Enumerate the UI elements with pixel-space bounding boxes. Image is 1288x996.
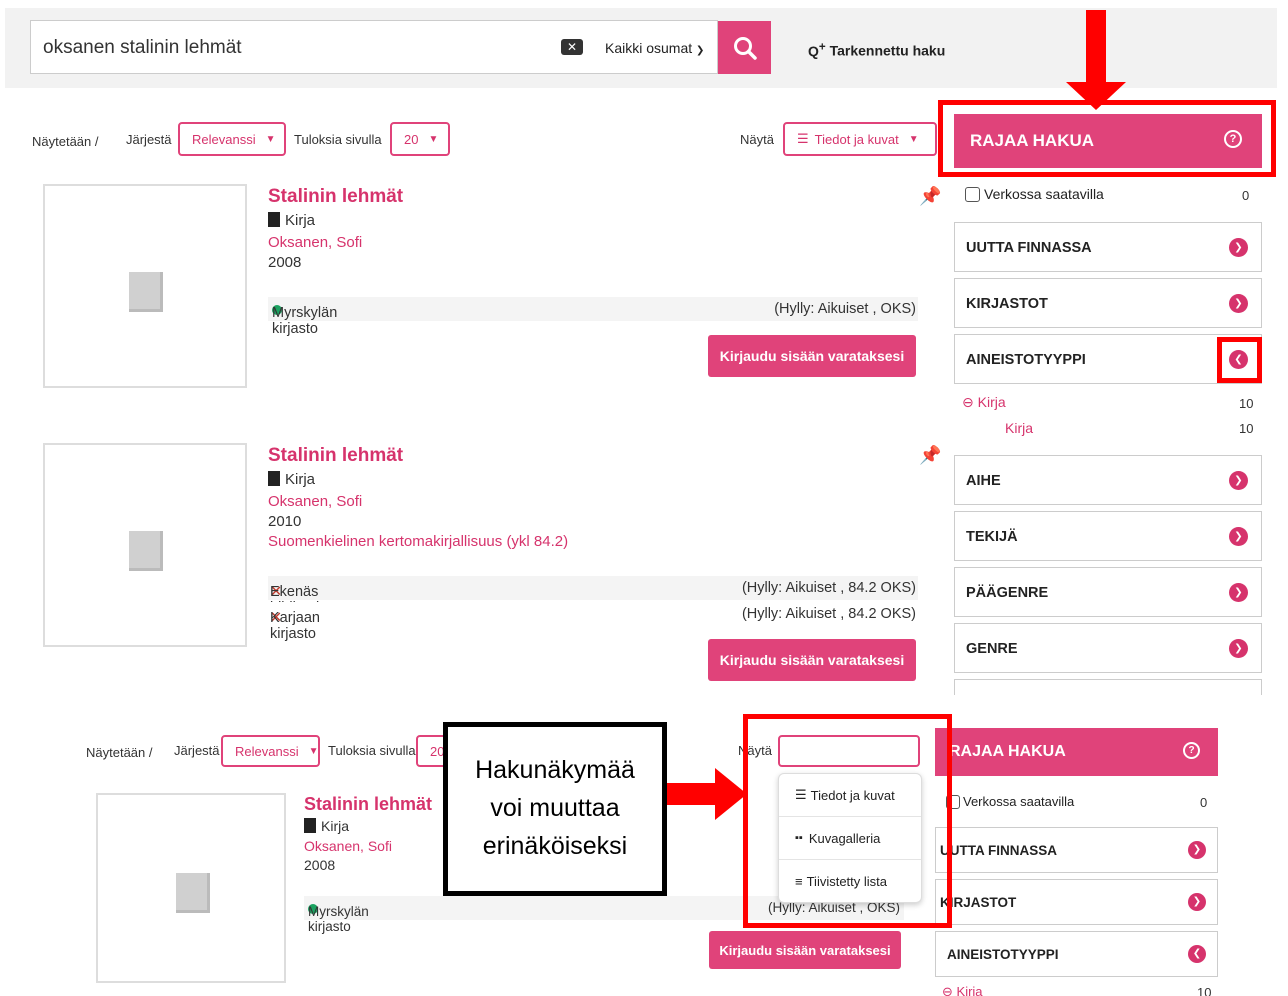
callout-line: Hakunäkymää xyxy=(475,756,635,784)
online-filter[interactable]: Verkossa saatavilla xyxy=(965,186,1104,202)
online-checkbox[interactable] xyxy=(965,187,980,202)
chevron-down-icon: ❯ xyxy=(1229,583,1248,602)
result-thumbnail[interactable] xyxy=(43,184,247,388)
search-input[interactable]: oksanen stalinin lehmät ✕ Kaikki osumat … xyxy=(30,20,718,74)
zoom-showing-label: Näytetään / xyxy=(86,745,153,760)
chevron-down-icon: ❯ xyxy=(1229,471,1248,490)
per-page-select[interactable]: 20 ▼ xyxy=(390,122,450,156)
zoom-facet-count: 10 xyxy=(1197,985,1212,996)
result-author[interactable]: Oksanen, Sofi xyxy=(268,234,362,251)
arrow-shaft xyxy=(1086,10,1106,85)
callout-box: Hakunäkymää voi muuttaa erinäköiseksi xyxy=(443,722,667,896)
sort-label: Järjestä xyxy=(126,132,172,147)
facet-genre[interactable]: GENRE ❯ xyxy=(954,623,1262,673)
arrow-shaft xyxy=(667,783,719,805)
facet-next-partial xyxy=(954,679,1262,695)
dropdown-arrow-icon: ▼ xyxy=(265,133,276,145)
callout-line: voi muuttaa xyxy=(490,794,620,822)
callout-line: erinäköiseksi xyxy=(482,832,628,860)
search-scope-select[interactable]: Kaikki osumat ❯ xyxy=(605,40,704,56)
facet-tekija[interactable]: TEKIJÄ ❯ xyxy=(954,511,1262,561)
zoom-result-title[interactable]: Stalinin lehmät xyxy=(304,794,432,815)
list-icon: ☰ xyxy=(797,131,809,146)
zoom-result-author[interactable]: Oksanen, Sofi xyxy=(304,838,392,854)
zoom-result-year: 2008 xyxy=(304,857,336,873)
facet-aihe[interactable]: AIHE ❯ xyxy=(954,455,1262,505)
facet-paagenre[interactable]: PÄÄGENRE ❯ xyxy=(954,567,1262,617)
holding-row: Myrskylän kirjasto (Hylly: Aikuiset , OK… xyxy=(268,297,918,337)
pin-icon[interactable]: 📌 xyxy=(919,445,941,466)
chevron-down-icon: ❯ xyxy=(1229,639,1248,658)
facet-type-selected[interactable]: ⊖ Kirja xyxy=(962,394,1006,411)
book-icon xyxy=(304,818,316,833)
zoom-online-filter[interactable]: Verkossa saatavilla xyxy=(946,794,1074,809)
facet-count: 10 xyxy=(1239,396,1254,411)
clear-icon[interactable]: ✕ xyxy=(561,39,583,55)
book-icon xyxy=(268,212,280,227)
result-thumbnail[interactable] xyxy=(43,443,247,647)
facet-kirjastot[interactable]: KIRJASTOT ❯ xyxy=(954,278,1262,328)
dropdown-arrow-icon: ▼ xyxy=(908,133,919,145)
book-placeholder-icon xyxy=(129,531,163,571)
result-title[interactable]: Stalinin lehmät xyxy=(268,445,403,467)
holding-row: ✕ Karjaan kirjasto (Hylly: Aikuiset , 84.… xyxy=(268,602,918,642)
highlight-box-facets-header xyxy=(938,100,1276,177)
zoom-online-count: 0 xyxy=(1200,795,1208,810)
facet-aineistotyyppi[interactable]: AINEISTOTYYPPI ❮ xyxy=(954,334,1262,384)
result-subject[interactable]: Suomenkielinen kertomakirjallisuus (ykl … xyxy=(268,533,568,550)
highlight-box-expand-icon xyxy=(1217,337,1262,383)
result-title[interactable]: Stalinin lehmät xyxy=(268,186,403,208)
highlight-box-view-menu xyxy=(743,714,952,928)
remove-filter-icon: ⊖ xyxy=(942,984,953,996)
showing-label: Näytetään / xyxy=(32,134,99,149)
pin-icon[interactable]: 📌 xyxy=(919,186,941,207)
zoom-facet-uutta-finnassa[interactable]: UUTTA FINNASSA ❯ xyxy=(935,827,1218,873)
result-year: 2008 xyxy=(268,254,302,271)
zoom-facet-type-partial[interactable]: ⊖ Kirja xyxy=(942,984,983,996)
view-select[interactable]: ☰ Tiedot ja kuvat ▼ xyxy=(783,122,937,156)
book-placeholder-icon xyxy=(176,873,210,913)
search-plus-icon: Q+ xyxy=(808,40,826,59)
chevron-down-icon: ❯ xyxy=(1229,238,1248,257)
search-icon xyxy=(733,36,757,60)
dropdown-arrow-icon: ▼ xyxy=(428,133,439,145)
chevron-down-icon: ❯ xyxy=(1188,841,1206,859)
help-icon[interactable]: ? xyxy=(1183,742,1200,759)
dropdown-arrow-icon: ▼ xyxy=(308,745,319,757)
facet-type-sub[interactable]: Kirja xyxy=(1005,420,1033,436)
zoom-sort-select[interactable]: Relevanssi ▼ xyxy=(221,735,320,767)
zoom-sort-label: Järjestä xyxy=(174,743,220,758)
result-format: Kirja xyxy=(268,212,315,229)
view-label: Näytä xyxy=(740,132,774,147)
zoom-facet-kirjastot[interactable]: KIRJASTOT ❯ xyxy=(935,879,1218,925)
chevron-up-icon: ❮ xyxy=(1188,945,1206,963)
book-icon xyxy=(268,471,280,486)
online-count: 0 xyxy=(1242,188,1250,203)
advanced-search-link[interactable]: Q+ Tarkennettu haku xyxy=(808,40,945,59)
search-query[interactable]: oksanen stalinin lehmät xyxy=(43,37,242,59)
result-author[interactable]: Oksanen, Sofi xyxy=(268,493,362,510)
book-placeholder-icon xyxy=(129,272,163,312)
remove-filter-icon: ⊖ xyxy=(962,394,974,410)
facet-count: 10 xyxy=(1239,421,1254,436)
chevron-down-icon: ❯ xyxy=(1229,294,1248,313)
chevron-down-icon: ❯ xyxy=(1188,893,1206,911)
per-page-label: Tuloksia sivulla xyxy=(294,132,382,147)
zoom-login-to-reserve-button[interactable]: Kirjaudu sisään varataksesi xyxy=(709,931,901,969)
login-to-reserve-button[interactable]: Kirjaudu sisään varataksesi xyxy=(708,335,916,377)
holding-row: ✕Ekenäs bibliotek (Hylly: Aikuiset , 84.… xyxy=(268,576,918,616)
zoom-result-thumbnail[interactable] xyxy=(96,793,286,983)
zoom-facet-aineistotyyppi[interactable]: AINEISTOTYYPPI ❮ xyxy=(935,931,1218,977)
zoom-result-format: Kirja xyxy=(304,818,349,834)
facet-uutta-finnassa[interactable]: UUTTA FINNASSA ❯ xyxy=(954,222,1262,272)
zoom-per-page-label: Tuloksia sivulla xyxy=(328,743,416,758)
result-year: 2010 xyxy=(268,513,302,530)
sort-select[interactable]: Relevanssi ▼ xyxy=(178,122,286,156)
login-to-reserve-button[interactable]: Kirjaudu sisään varataksesi xyxy=(708,639,916,681)
chevron-down-icon: ❯ xyxy=(1229,527,1248,546)
result-format: Kirja xyxy=(268,471,315,488)
zoom-facets-header: RAJAA HAKUA ? xyxy=(935,728,1218,776)
search-button[interactable] xyxy=(718,21,771,74)
